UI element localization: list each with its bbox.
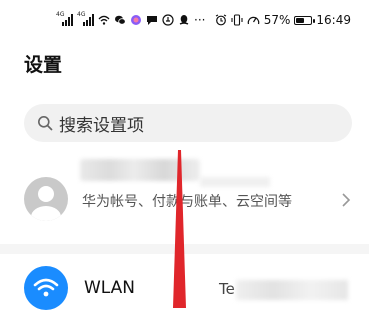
account-description: 华为帐号、付款与账单、云空间等 xyxy=(82,194,292,210)
wlan-label: WLAN xyxy=(84,278,136,298)
app-icon xyxy=(162,14,174,26)
account-name-redacted xyxy=(80,159,200,181)
section-divider xyxy=(0,244,369,254)
status-bar: 4G 4G ··· 57% 16:49 xyxy=(0,0,369,40)
status-left: 4G 4G ··· xyxy=(56,11,205,29)
qq-icon xyxy=(179,15,189,25)
more-icon: ··· xyxy=(194,13,206,27)
clock: 16:49 xyxy=(316,13,351,27)
alarm-icon xyxy=(215,14,226,26)
signal-icon-2: 4G xyxy=(77,11,94,26)
color-app-icon xyxy=(131,15,141,25)
account-row[interactable]: 华为帐号、付款与账单、云空间等 xyxy=(0,155,369,240)
wifi-icon xyxy=(98,15,110,25)
wlan-row[interactable]: WLAN Te xyxy=(0,254,369,310)
user-silhouette-icon xyxy=(31,186,61,221)
wlan-network-name: Te xyxy=(219,280,235,298)
wechat-icon xyxy=(115,15,126,25)
network-type-label-2: 4G xyxy=(77,11,86,18)
wlan-icon xyxy=(24,266,68,310)
search-icon xyxy=(38,116,53,131)
network-type-label: 4G xyxy=(56,11,65,18)
search-input[interactable]: 搜索设置项 xyxy=(24,104,352,142)
speed-icon xyxy=(247,16,260,25)
wifi-icon xyxy=(33,278,59,297)
vibrate-icon xyxy=(231,14,243,26)
message-icon xyxy=(147,16,157,25)
battery-icon xyxy=(294,15,316,25)
signal-icon: 4G xyxy=(56,11,73,26)
battery-percent: 57% xyxy=(263,13,291,27)
account-name-redacted-2 xyxy=(200,177,270,187)
status-right: 57% 16:49 xyxy=(215,10,351,30)
wlan-network-redacted xyxy=(236,280,348,300)
search-placeholder: 搜索设置项 xyxy=(59,115,144,136)
avatar[interactable] xyxy=(24,177,68,221)
chevron-right-icon xyxy=(342,193,351,207)
page-title: 设置 xyxy=(24,54,63,76)
